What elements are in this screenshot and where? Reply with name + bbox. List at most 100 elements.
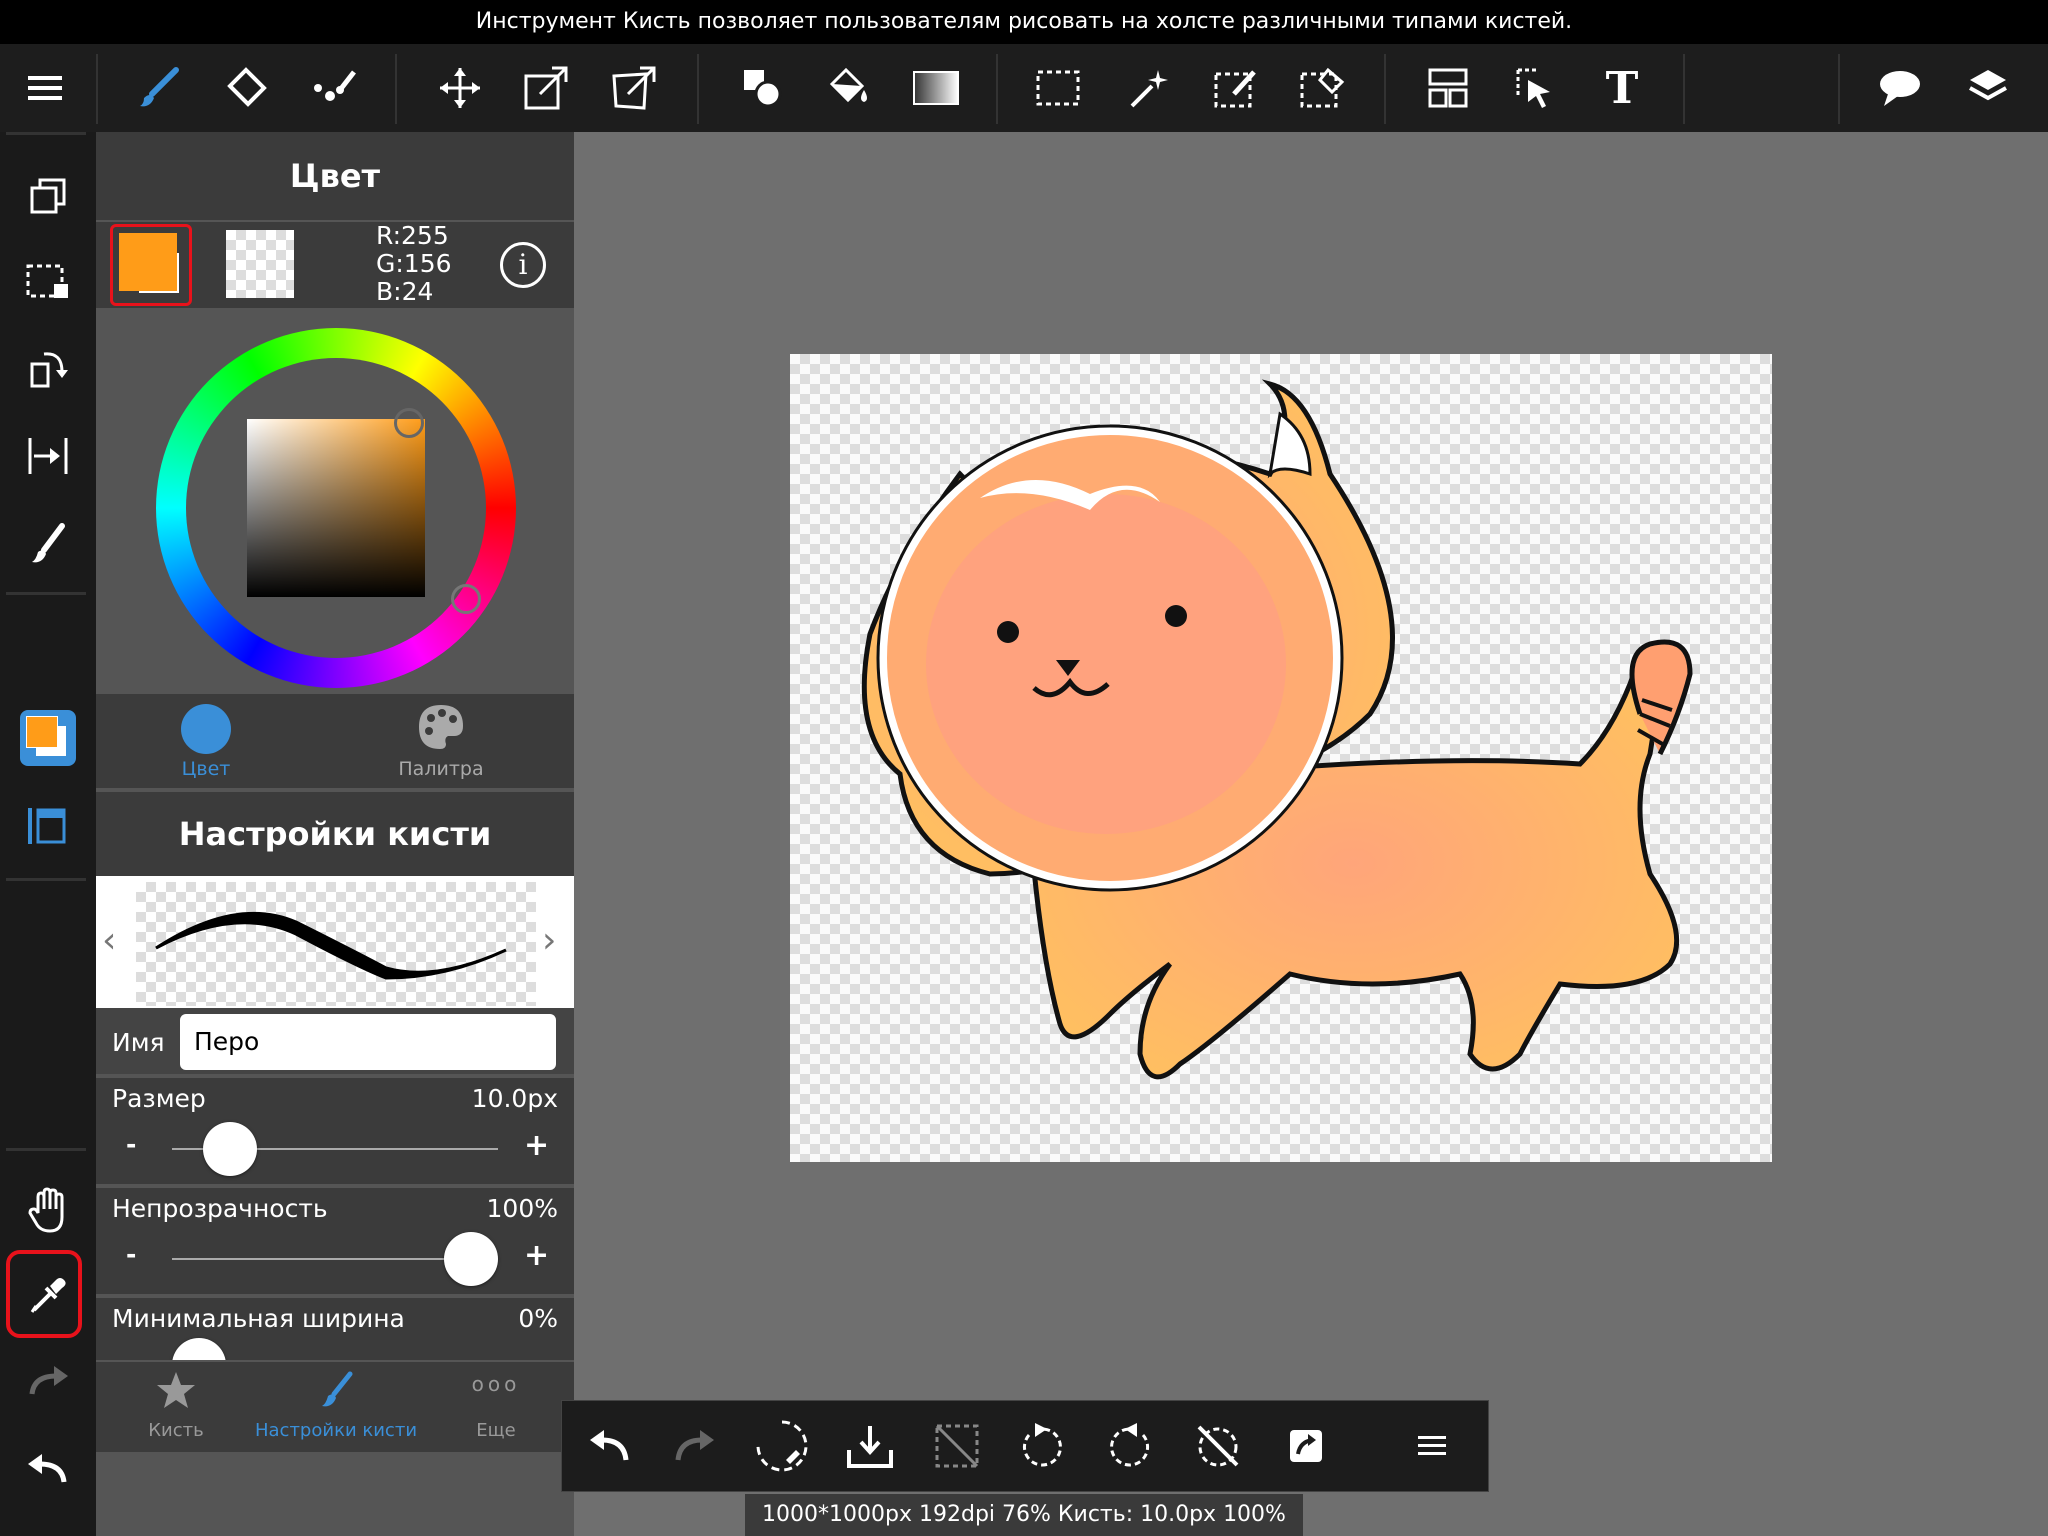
- color-tabs: Цвет Палитра: [96, 694, 574, 788]
- opacity-plus-button[interactable]: +: [524, 1238, 549, 1273]
- canvas-area[interactable]: [574, 132, 2048, 1536]
- reset-rotation-icon[interactable]: [1178, 1401, 1258, 1491]
- speech-bubble-icon[interactable]: [1860, 44, 1940, 132]
- brush-name-label: Имя: [112, 1028, 165, 1057]
- size-slider-knob[interactable]: [202, 1122, 257, 1176]
- star-icon: [157, 1372, 195, 1408]
- brush-settings-icon: [322, 1371, 353, 1407]
- opacity-label: Непрозрачность: [112, 1194, 328, 1223]
- more-menu-icon[interactable]: [1392, 1401, 1472, 1491]
- warp-transform-icon[interactable]: [594, 44, 674, 132]
- brush-icon[interactable]: [118, 44, 198, 132]
- brush-name-row: Имя Перо: [96, 1008, 574, 1074]
- min-width-value: 0%: [518, 1304, 558, 1333]
- select-eraser-icon[interactable]: [1282, 44, 1362, 132]
- min-width-row: Минимальная ширина 0%: [96, 1298, 574, 1360]
- menu-icon[interactable]: [5, 44, 85, 132]
- sv-picker-handle[interactable]: [394, 408, 424, 438]
- select-all-icon[interactable]: [8, 240, 88, 320]
- select-move-icon[interactable]: [1496, 44, 1576, 132]
- green-value: G:156: [376, 249, 452, 278]
- tab-palette-label: Палитра: [398, 758, 484, 780]
- layout-icon[interactable]: [1408, 44, 1488, 132]
- primary-color-swatch[interactable]: [110, 224, 192, 306]
- select-rect-icon[interactable]: [1018, 44, 1098, 132]
- share-icon[interactable]: [1266, 1401, 1346, 1491]
- opacity-slider-knob[interactable]: [444, 1232, 498, 1286]
- tab-more[interactable]: ooo Еще: [436, 1362, 556, 1452]
- copy-layer-icon[interactable]: [8, 156, 88, 236]
- transform-rotate-icon[interactable]: [742, 1401, 822, 1491]
- tab-color[interactable]: Цвет: [146, 694, 266, 788]
- drawing-canvas[interactable]: [790, 354, 1772, 1162]
- color-circle-icon: [181, 704, 231, 754]
- eraser-icon[interactable]: [206, 44, 286, 132]
- more-dots-icon: ooo: [471, 1372, 521, 1396]
- magic-wand-icon[interactable]: [1108, 44, 1188, 132]
- tab-brush-label: Кисть: [148, 1420, 204, 1441]
- tab-color-label: Цвет: [181, 758, 231, 780]
- rotate-right-icon[interactable]: [1090, 1401, 1170, 1491]
- flip-canvas-icon[interactable]: [8, 416, 88, 496]
- color-swatch-icon[interactable]: [8, 698, 88, 778]
- undo-icon[interactable]: [570, 1401, 650, 1491]
- move-icon[interactable]: [420, 44, 500, 132]
- tool-panel: Цвет R:255 G:156 B:24 i Цвет Палитра Нас…: [96, 132, 574, 1536]
- min-width-label: Минимальная ширина: [112, 1304, 405, 1333]
- secondary-color-swatch[interactable]: [226, 230, 294, 298]
- opacity-minus-button[interactable]: -: [126, 1240, 136, 1269]
- hand-icon[interactable]: [8, 1170, 88, 1250]
- save-icon[interactable]: [830, 1401, 910, 1491]
- select-pen-icon[interactable]: [1196, 44, 1276, 132]
- color-wheel-area: [96, 308, 574, 694]
- rotate-left-icon[interactable]: [1002, 1401, 1082, 1491]
- size-value: 10.0px: [471, 1084, 558, 1113]
- saturation-value-square[interactable]: [247, 419, 425, 597]
- info-icon[interactable]: i: [500, 242, 546, 288]
- left-sidebar: [0, 132, 96, 1536]
- layer-view-icon[interactable]: [8, 786, 88, 866]
- brush-stroke-preview: [136, 882, 536, 1006]
- brush-name-input[interactable]: Перо: [180, 1014, 556, 1070]
- redo-icon[interactable]: [8, 1342, 88, 1422]
- red-value: R:255: [376, 221, 449, 250]
- bottom-action-bar: [561, 1400, 1489, 1492]
- tab-palette[interactable]: Палитра: [366, 694, 516, 788]
- size-minus-button[interactable]: -: [126, 1130, 136, 1159]
- rotate-canvas-icon[interactable]: [8, 328, 88, 408]
- layers-icon[interactable]: [1948, 44, 2028, 132]
- color-panel-title: Цвет: [96, 132, 574, 220]
- brush-preview-area: ‹ ›: [96, 876, 574, 1008]
- cat-illustration: [861, 379, 1693, 1080]
- size-plus-button[interactable]: +: [524, 1128, 549, 1163]
- status-bar: 1000*1000px 192dpi 76% Кисть: 10.0px 100…: [745, 1494, 1303, 1536]
- brush-next-icon[interactable]: ›: [542, 920, 556, 961]
- text-tool-icon[interactable]: T: [1582, 44, 1662, 132]
- deselect-icon[interactable]: [918, 1401, 998, 1491]
- fill-icon[interactable]: [808, 44, 888, 132]
- color-info-row: R:255 G:156 B:24 i: [96, 220, 574, 310]
- gradient-icon[interactable]: [896, 44, 976, 132]
- transform-icon[interactable]: [506, 44, 586, 132]
- hue-picker-handle[interactable]: [451, 584, 481, 614]
- opacity-value: 100%: [486, 1194, 558, 1223]
- undo-icon[interactable]: [8, 1430, 88, 1510]
- brush-panel-title: Настройки кисти: [96, 792, 574, 876]
- redo-icon[interactable]: [654, 1401, 734, 1491]
- blue-value: B:24: [376, 277, 434, 306]
- smudge-icon[interactable]: [294, 44, 374, 132]
- palette-icon: [419, 705, 463, 749]
- min-width-slider-knob[interactable]: [172, 1338, 226, 1360]
- size-label: Размер: [112, 1084, 206, 1113]
- tab-brush-settings[interactable]: Настройки кисти: [246, 1362, 426, 1452]
- tab-brush-settings-label: Настройки кисти: [254, 1420, 418, 1441]
- brush-prev-icon[interactable]: ‹: [102, 920, 116, 961]
- size-row: Размер 10.0px - +: [96, 1078, 574, 1184]
- brush-shortcut-icon[interactable]: [8, 504, 88, 584]
- eyedropper-icon[interactable]: [8, 1254, 88, 1334]
- top-toolbar: T: [0, 44, 2048, 132]
- tab-brush[interactable]: Кисть: [116, 1362, 236, 1452]
- hint-banner: Инструмент Кисть позволяет пользователям…: [0, 0, 2048, 44]
- opacity-row: Непрозрачность 100% - +: [96, 1188, 574, 1294]
- shape-icon[interactable]: [722, 44, 802, 132]
